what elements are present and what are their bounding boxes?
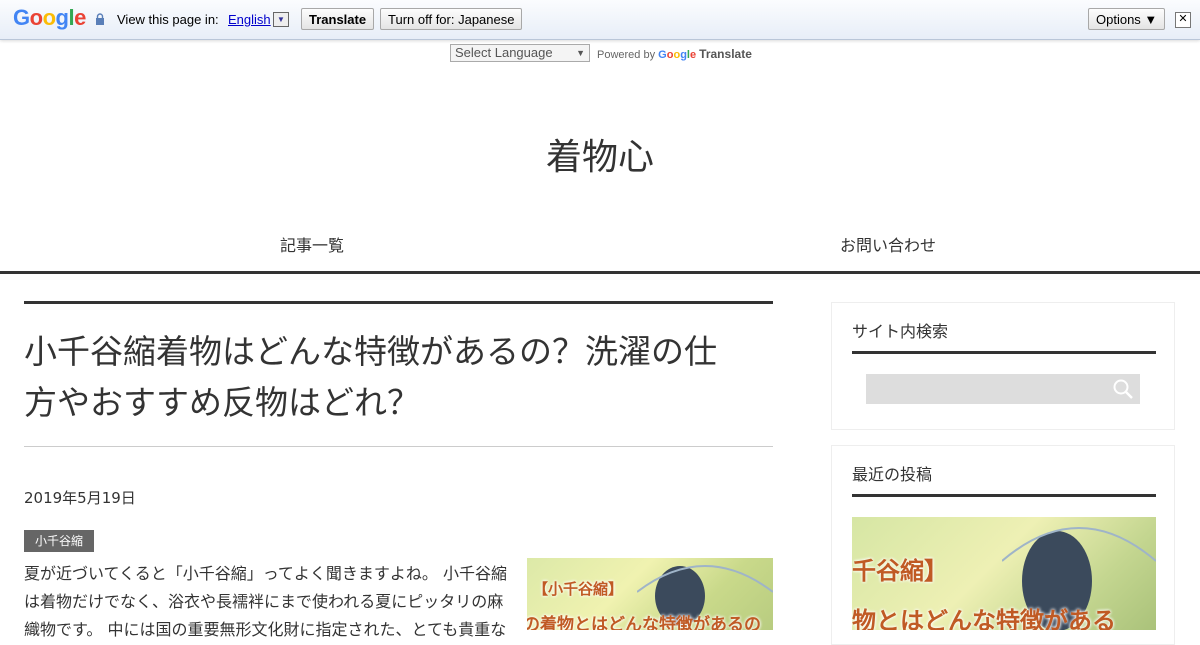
article-title-line: 方やおすすめ反物はどれ？ (24, 383, 420, 422)
chevron-down-icon: ▼ (576, 48, 585, 58)
article-date: 2019年5月19日 (24, 489, 136, 507)
category-badge[interactable]: 小千谷縮 (24, 530, 95, 552)
lock-icon (96, 13, 104, 25)
thumbnail-text: 千谷縮】 (852, 557, 948, 585)
article-body: 夏が近づいてくると「小千谷縮」ってよく聞きますよね。 小千谷縮 は着物だけでなく… (24, 560, 510, 644)
powered-by: Powered by Google Translate (597, 47, 752, 61)
umbrella-icon (1002, 527, 1156, 562)
article-top-divider (24, 301, 773, 304)
search-widget-divider (852, 351, 1156, 354)
article-title-line: 小千谷縮着物はどんな特徴があるの？洗濯の仕 (24, 332, 717, 371)
body-line: は着物だけでなく、浴衣や長襦袢にまで使われる夏にピッタリの麻 (24, 592, 504, 611)
translate-link[interactable]: Translate (699, 47, 752, 61)
site-title[interactable]: 着物心 (0, 128, 1200, 180)
header-divider (0, 271, 1200, 274)
close-icon[interactable]: ✕ (1175, 12, 1191, 28)
thumbnail-text: 【小千谷縮】 (533, 580, 624, 598)
body-line: 夏が近づいてくると「小千谷縮」ってよく聞きますよね。 小千谷縮 (24, 564, 508, 583)
search-icon[interactable] (1112, 378, 1134, 400)
language-link[interactable]: English (228, 12, 271, 27)
language-select-label: Select Language (455, 45, 553, 60)
thumbnail-text: の着物とはどんな特徴があるの (527, 615, 761, 630)
article-title-divider (24, 446, 773, 447)
view-page-label: View this page in: (117, 12, 219, 27)
language-dropdown-icon[interactable]: ▼ (273, 12, 289, 27)
article-thumbnail: 【小千谷縮】 の着物とはどんな特徴があるの (527, 558, 773, 630)
thumbnail-text: 物とはどんな特徴がある (852, 607, 1116, 630)
turn-off-button[interactable]: Turn off for: Japanese (380, 8, 523, 30)
body-line: 織物です。 中には国の重要無形文化財に指定された、とても貴重な (24, 620, 507, 639)
language-select[interactable]: Select Language ▼ (450, 44, 590, 62)
search-widget-title: サイト内検索 (852, 322, 949, 341)
recent-posts-title: 最近の投稿 (852, 465, 933, 484)
nav-item-articles[interactable]: 記事一覧 (280, 232, 344, 256)
umbrella-icon (637, 565, 773, 593)
translate-bar: Google View this page in: English ▼ Tran… (0, 0, 1200, 40)
translate-button[interactable]: Translate (301, 8, 375, 30)
recent-posts-widget: 最近の投稿 千谷縮】 物とはどんな特徴がある (831, 445, 1175, 645)
google-logo: Google (13, 5, 86, 30)
google-mini-logo: Google (658, 49, 697, 61)
options-button[interactable]: Options ▼ (1088, 8, 1166, 30)
powered-by-text: Powered by (597, 49, 656, 61)
search-input[interactable] (866, 374, 1140, 404)
search-widget: サイト内検索 (831, 302, 1175, 430)
nav-item-contact[interactable]: お問い合わせ (840, 232, 936, 256)
recent-posts-divider (852, 494, 1156, 497)
article-title: 小千谷縮着物はどんな特徴があるの？洗濯の仕 方やおすすめ反物はどれ？ (24, 326, 773, 428)
recent-post-thumbnail[interactable]: 千谷縮】 物とはどんな特徴がある (852, 517, 1156, 630)
